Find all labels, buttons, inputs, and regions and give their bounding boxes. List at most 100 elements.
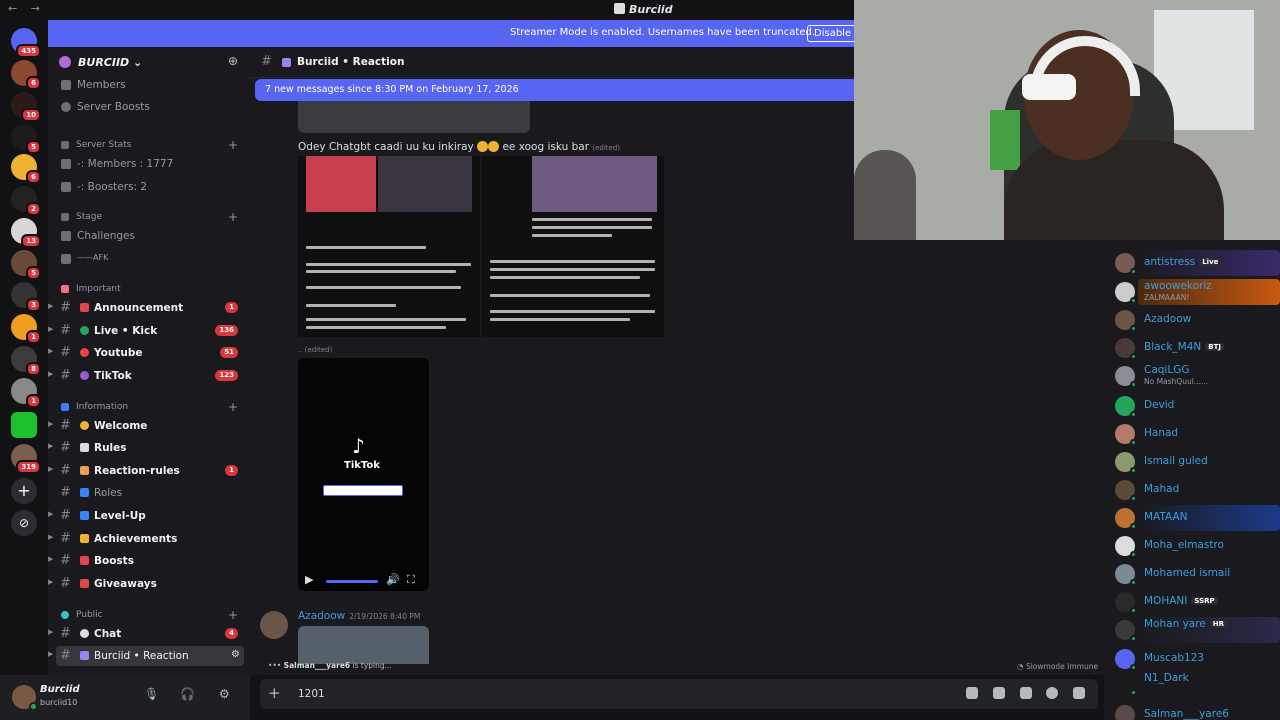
channel-announcement[interactable]: ▶ # Announcement 1 (48, 298, 250, 318)
channel-roles[interactable]: # Roles (48, 483, 250, 503)
emoji-icon[interactable] (1046, 687, 1058, 699)
stage-channel-challenges[interactable]: Challenges (48, 226, 250, 246)
member-item[interactable]: Mohamed ismail (1104, 561, 1280, 587)
channel-chat[interactable]: ▶ # Chat 4 (48, 624, 250, 644)
voice-channel-afk[interactable]: ——AFK (48, 249, 250, 269)
member-item[interactable]: Muscab123 (1104, 646, 1280, 672)
hash-icon: # (60, 368, 71, 383)
gear-icon[interactable]: ⚙ (219, 687, 230, 701)
server-icon[interactable]: 2 (11, 186, 41, 216)
microphone-icon[interactable]: 🎙 (144, 687, 159, 701)
member-item[interactable]: Moha_elmastro (1104, 533, 1280, 559)
guild-header[interactable]: BURCIID ⌄ ⊕ (48, 47, 250, 77)
server-icon[interactable]: 3 (11, 282, 41, 312)
create-channel-icon[interactable]: + (228, 608, 238, 622)
headphones-icon[interactable]: 🎧 (180, 687, 195, 701)
member-item[interactable]: MOHANI SSRP (1104, 589, 1280, 615)
voice-channel-boosters[interactable]: -: Boosters: 2 (48, 177, 250, 197)
online-status-icon (29, 702, 38, 711)
member-item[interactable]: antistress Live (1104, 250, 1280, 276)
channel-giveaways[interactable]: ▶ # Giveaways (48, 574, 250, 594)
category-important[interactable]: Important (48, 282, 250, 298)
channel-boosts[interactable]: ▶ # Boosts (48, 551, 250, 571)
kick-server-icon[interactable] (11, 412, 37, 438)
server-boosts-item[interactable]: Server Boosts (48, 97, 250, 117)
create-channel-icon[interactable]: + (228, 210, 238, 224)
window-title-text: Burciid (629, 3, 673, 16)
volume-slider[interactable] (326, 580, 378, 583)
play-icon[interactable]: ▶ (305, 573, 313, 586)
avatar[interactable] (12, 685, 38, 711)
server-icon[interactable]: 5 (11, 124, 41, 154)
member-item[interactable]: awoowekoriz ZALMAAAN! (1104, 279, 1280, 305)
category-information[interactable]: Information + (48, 400, 250, 416)
avatar[interactable] (260, 611, 288, 639)
image-attachment[interactable] (298, 100, 530, 133)
channel-achievements[interactable]: ▶ # Achievements (48, 529, 250, 549)
server-icon[interactable]: 319 (11, 444, 41, 474)
server-icon[interactable]: 1 (11, 378, 41, 408)
image-attachment[interactable] (298, 626, 429, 664)
apps-icon[interactable] (1073, 687, 1085, 699)
member-item[interactable]: Salman___yare6 (1104, 702, 1280, 720)
channel-live-kick[interactable]: ▶ # Live • Kick 136 (48, 321, 250, 341)
video-player[interactable]: ♪ TikTok ▶ 🔊 ⛶ (298, 358, 429, 591)
member-item[interactable]: Devid (1104, 393, 1280, 419)
category-server-stats[interactable]: Server Stats + (48, 138, 250, 154)
server-icon[interactable]: 5 (11, 250, 41, 280)
member-item[interactable]: Black_M4N BTJ (1104, 335, 1280, 361)
category-stage[interactable]: Stage + (48, 210, 250, 226)
disable-streamer-mode-button[interactable]: Disable (807, 25, 859, 42)
image-attachment[interactable] (482, 156, 664, 337)
forward-arrow-icon[interactable]: → (31, 2, 40, 15)
member-item[interactable]: N1_Dark (1104, 671, 1280, 697)
member-item[interactable]: Mahad (1104, 477, 1280, 503)
speaker-icon (61, 254, 71, 264)
channel-rules[interactable]: ▶ # Rules (48, 438, 250, 458)
new-messages-bar[interactable]: 7 new messages since 8:30 PM on February… (255, 79, 854, 101)
create-channel-icon[interactable]: + (228, 138, 238, 152)
image-attachment[interactable] (298, 156, 480, 337)
gift-icon[interactable] (966, 687, 978, 699)
member-item[interactable]: Ismail guled (1104, 449, 1280, 475)
member-item[interactable]: Mohan yare HR (1104, 617, 1280, 643)
server-icon[interactable]: 13 (11, 218, 41, 248)
gif-icon[interactable] (993, 687, 1005, 699)
sticker-icon[interactable] (1020, 687, 1032, 699)
text-line (490, 294, 650, 297)
server-icon[interactable]: 1 (11, 314, 41, 344)
channel-tiktok[interactable]: ▶ # TikTok 123 (48, 366, 250, 386)
category-public[interactable]: Public + (48, 608, 250, 624)
create-channel-icon[interactable]: + (228, 400, 238, 414)
server-icon[interactable]: 8 (11, 346, 41, 376)
channel-emoji-icon (80, 629, 89, 638)
channel-reaction-rules[interactable]: ▶ # Reaction-rules 1 (48, 461, 250, 481)
back-arrow-icon[interactable]: ← (8, 2, 17, 15)
server-icon[interactable]: 6 (11, 154, 41, 184)
member-item[interactable]: MATAAN (1104, 505, 1280, 531)
channel-welcome[interactable]: ▶ # Welcome (48, 416, 250, 436)
members-item[interactable]: Members (48, 75, 250, 95)
channel-level-up[interactable]: ▶ # Level-Up (48, 506, 250, 526)
members-icon (61, 80, 71, 90)
member-item[interactable]: Azadoow (1104, 307, 1280, 333)
add-server-icon[interactable]: + (11, 478, 37, 504)
message-input[interactable]: 1201 (298, 688, 325, 700)
author-name[interactable]: Azadoow (298, 610, 345, 622)
direct-messages-icon[interactable]: 435 (11, 28, 41, 58)
fullscreen-icon[interactable]: ⛶ (407, 573, 415, 587)
server-icon[interactable]: 10 (11, 92, 41, 122)
member-item[interactable]: CaqiLGG No MashQuul...... (1104, 363, 1280, 389)
discover-icon[interactable]: ⊘ (11, 510, 37, 536)
server-icon[interactable]: 6 (11, 60, 41, 90)
attach-plus-icon[interactable]: + (268, 684, 281, 702)
channel-youtube[interactable]: ▶ # Youtube 51 (48, 343, 250, 363)
channel-burciid-reaction[interactable]: ▶ # Burciid • Reaction ⚙ (48, 646, 244, 666)
invite-people-icon[interactable]: ⊕ (228, 54, 238, 68)
voice-channel-members[interactable]: -: Members : 1777 (48, 154, 250, 174)
image-thumbnail (532, 156, 657, 212)
channel-settings-icon[interactable]: ⚙ (231, 649, 240, 660)
member-item[interactable]: Hanad (1104, 421, 1280, 447)
caret-right-icon: ▶ (48, 347, 54, 355)
volume-icon[interactable]: 🔊 (386, 573, 400, 586)
